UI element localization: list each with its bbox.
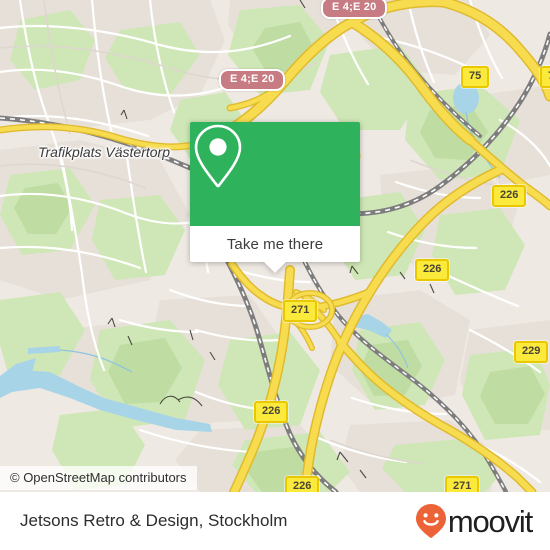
shield-226-bottom[interactable]: 226 [285, 476, 320, 492]
page-title: Jetsons Retro & Design, Stockholm [20, 511, 288, 530]
moovit-brand[interactable]: moovit [415, 503, 533, 539]
callout-arrow [264, 262, 286, 273]
moovit-wordmark: moovit [447, 503, 533, 539]
map-canvas[interactable]: Trafikplats Västertorp E 4;E 20 E 4;E 20… [0, 0, 550, 492]
shield-226-upper-right[interactable]: 226 [492, 185, 527, 207]
footer-content: Jetsons Retro & Design, Stockholm moovit [0, 492, 550, 550]
screenshot-root: Trafikplats Västertorp E 4;E 20 E 4;E 20… [0, 0, 550, 550]
map-pin-icon [194, 124, 242, 188]
shield-271-center[interactable]: 271 [283, 300, 318, 322]
shield-229-right[interactable]: 229 [514, 341, 549, 363]
callout-icon-area [190, 122, 360, 226]
callout-action-area[interactable]: Take me there [190, 226, 360, 273]
shield-75[interactable]: 75 [461, 66, 490, 88]
place-label-trafikplats-vastertorp: Trafikplats Västertorp [38, 144, 171, 160]
shield-226-lower[interactable]: 226 [254, 401, 289, 423]
footer-bar: Jetsons Retro & Design, Stockholm moovit [0, 492, 550, 550]
moovit-smiley-pin-icon [415, 504, 446, 538]
shield-75-edge[interactable]: 75 [540, 66, 550, 88]
shield-226-mid-right[interactable]: 226 [415, 259, 450, 281]
callout-label: Take me there [226, 235, 324, 253]
shield-271-bottom[interactable]: 271 [445, 476, 480, 492]
osm-attribution[interactable]: © OpenStreetMap contributors [0, 466, 197, 490]
take-me-there-callout[interactable]: Take me there [190, 122, 360, 273]
shield-e4-e20-left[interactable]: E 4;E 20 [219, 69, 286, 91]
shield-e4-e20-top[interactable]: E 4;E 20 [321, 0, 388, 19]
